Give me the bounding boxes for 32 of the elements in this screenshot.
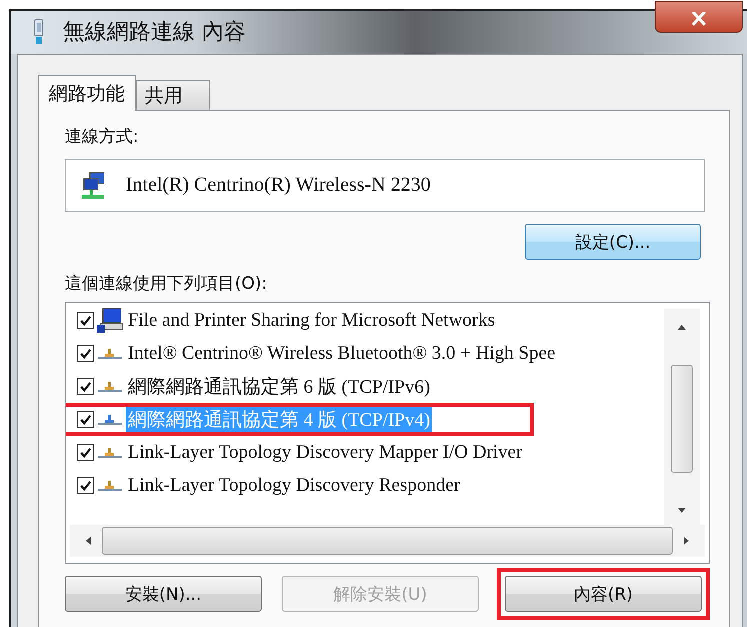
list-item[interactable]: Link-Layer Topology Discovery Mapper I/O Driver: [126, 440, 525, 466]
scroll-thumb[interactable]: [671, 365, 693, 473]
computer-icon: [96, 308, 124, 334]
list-item[interactable]: File and Printer Sharing for Microsoft Networks: [126, 308, 498, 334]
tab[interactable]: 網路功能: [38, 75, 136, 111]
scroll-right-icon[interactable]: [683, 535, 691, 547]
scroll-up-icon[interactable]: [676, 323, 688, 331]
scroll-left-icon[interactable]: [84, 535, 92, 547]
list-item[interactable]: 網際網路通訊協定第 6 版 (TCP/IPv6): [126, 372, 432, 402]
window-title: 無線網路連線 內容: [63, 19, 246, 47]
close-icon: [689, 12, 709, 26]
checkbox[interactable]: [77, 345, 94, 362]
scroll-thumb[interactable]: [102, 527, 673, 555]
network-adapter-icon: [33, 19, 45, 45]
list-item[interactable]: Intel® Centrino® Wireless Bluetooth® 3.0 + High Spee: [126, 340, 558, 366]
list-item[interactable]: Link-Layer Topology Discovery Responder: [126, 472, 462, 498]
close-button[interactable]: [655, 1, 743, 33]
checkbox[interactable]: [77, 477, 94, 494]
scroll-down-icon[interactable]: [676, 507, 688, 515]
checkbox[interactable]: [77, 312, 94, 329]
checkbox[interactable]: [77, 378, 94, 395]
section-label: 連線方式:: [65, 126, 140, 149]
configure-button[interactable]: 設定(C)...: [525, 224, 701, 260]
horizontal-scrollbar[interactable]: [70, 525, 705, 557]
vertical-scrollbar[interactable]: [664, 309, 700, 525]
adapter-name: Intel(R) Centrino(R) Wireless-N 2230: [126, 174, 431, 197]
checkbox[interactable]: [77, 444, 94, 461]
tab[interactable]: 共用: [136, 80, 210, 110]
action-button[interactable]: 內容(R): [505, 576, 702, 612]
section-label: 這個連線使用下列項目(O):: [65, 273, 268, 296]
checkbox[interactable]: [77, 411, 94, 428]
action-button[interactable]: 安裝(N)...: [65, 576, 262, 612]
